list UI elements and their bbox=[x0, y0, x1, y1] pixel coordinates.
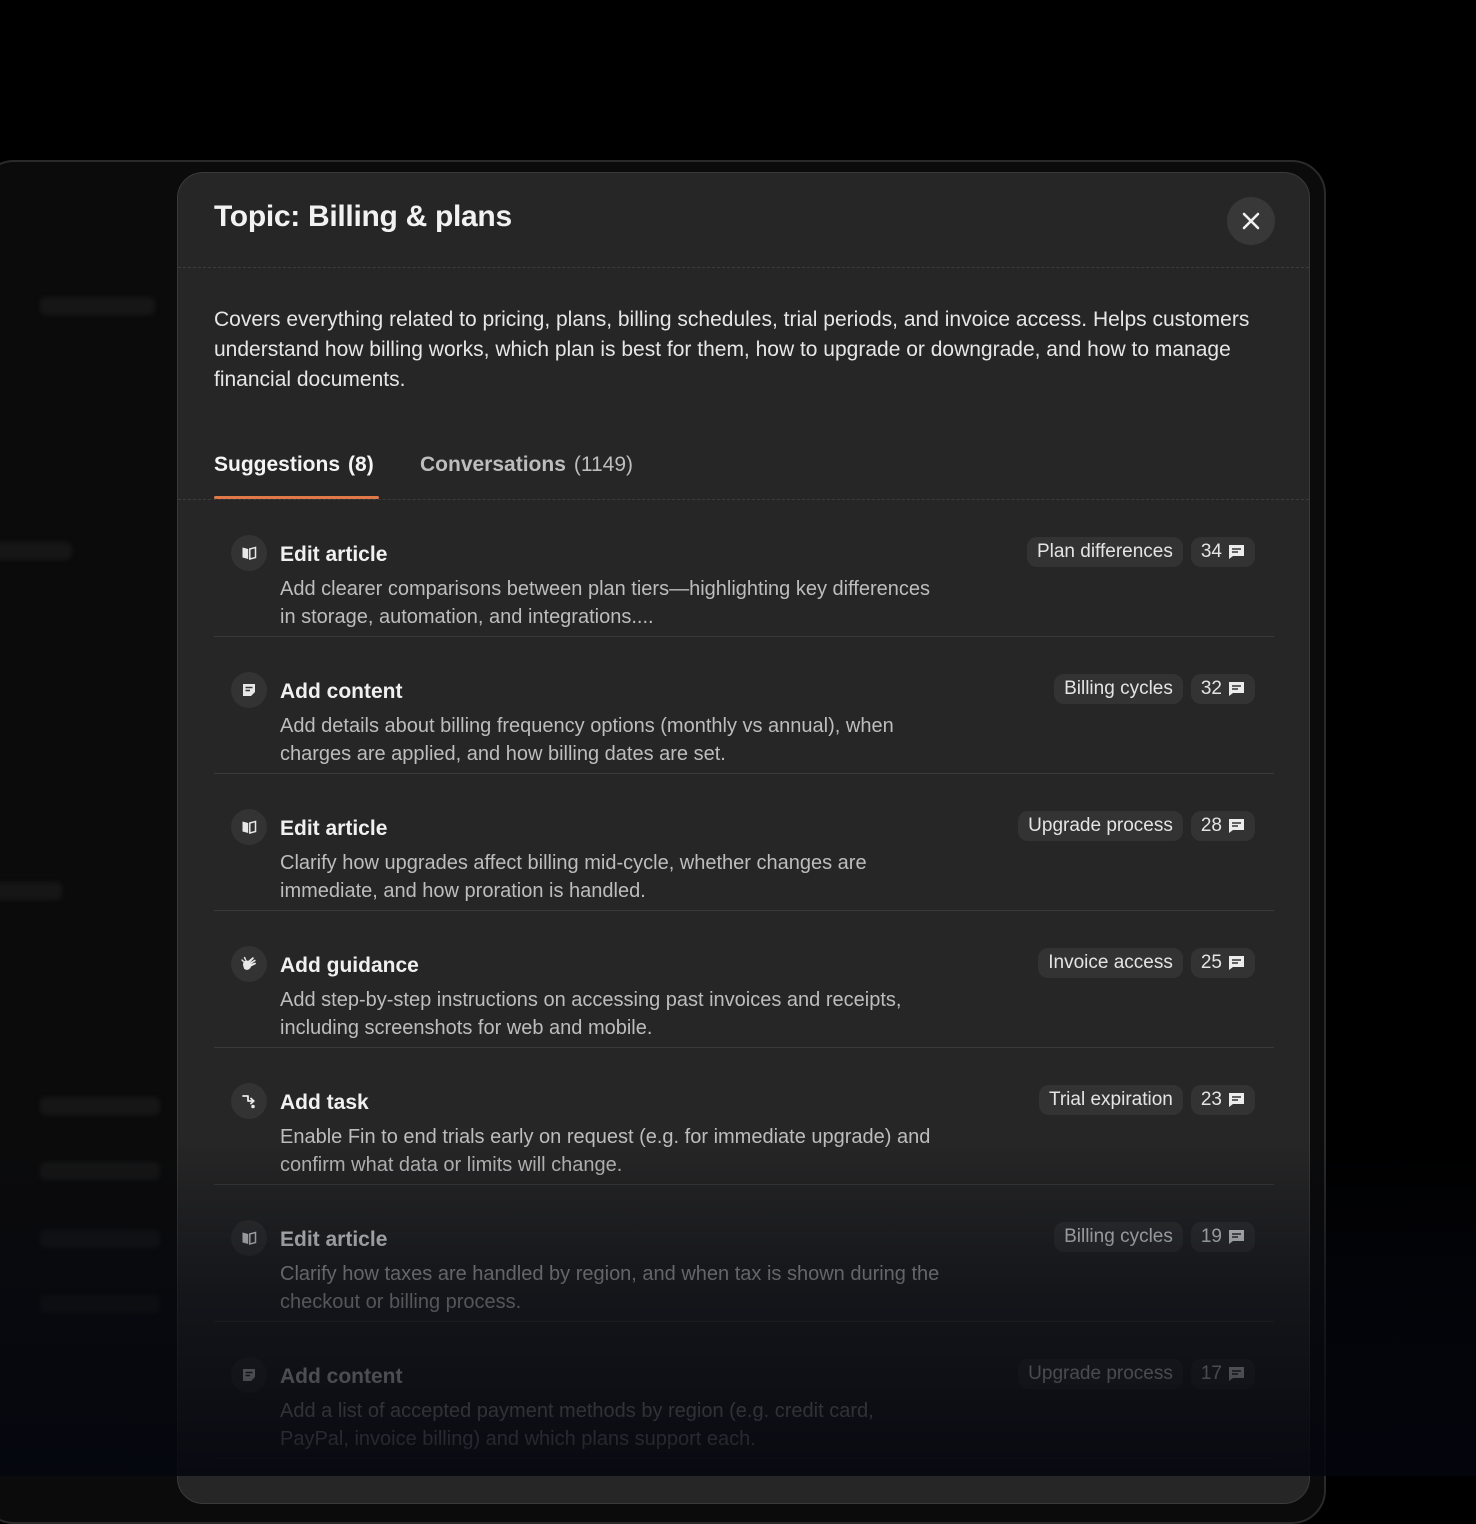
message-icon bbox=[1228, 955, 1245, 971]
suggestion-description: Clarify how upgrades affect billing mid-… bbox=[280, 852, 867, 902]
note-icon bbox=[231, 1357, 267, 1393]
suggestion-tags: Invoice access 25 bbox=[1038, 948, 1255, 978]
conversation-count: 28 bbox=[1200, 815, 1222, 836]
dialog-header: Topic: Billing & plans bbox=[178, 173, 1309, 268]
message-icon bbox=[1228, 681, 1245, 697]
conversation-count: 34 bbox=[1200, 541, 1222, 562]
conversation-count-badge: 25 bbox=[1190, 948, 1255, 978]
suggestion-title: Add content bbox=[280, 1365, 403, 1388]
suggestion-row[interactable]: Edit article Clarify how upgrades affect… bbox=[214, 774, 1274, 911]
topic-description: Covers everything related to pricing, pl… bbox=[214, 308, 1250, 391]
conversation-count: 32 bbox=[1200, 678, 1222, 699]
suggestion-description: Clarify how taxes are handled by region,… bbox=[280, 1263, 940, 1313]
topic-tag: Upgrade process bbox=[1018, 811, 1183, 841]
message-icon bbox=[1228, 818, 1245, 834]
tab-conversations[interactable]: Conversations (1149) bbox=[420, 453, 633, 498]
topic-tag: Plan differences bbox=[1026, 537, 1183, 567]
topic-dialog: Topic: Billing & plans Covers everything… bbox=[177, 172, 1310, 1504]
suggestion-tags: Plan differences 34 bbox=[1026, 537, 1255, 567]
conversation-count: 23 bbox=[1200, 1089, 1222, 1110]
suggestion-row[interactable]: Add task Enable Fin to end trials early … bbox=[214, 1048, 1274, 1185]
suggestion-description: Add a list of accepted payment methods b… bbox=[280, 1400, 874, 1450]
suggestion-title: Edit article bbox=[280, 817, 388, 840]
suggestion-tags: Upgrade process 17 bbox=[1018, 1359, 1255, 1389]
task-icon bbox=[231, 1083, 267, 1119]
dialog-title: Topic: Billing & plans bbox=[214, 200, 512, 233]
suggestion-row[interactable]: Edit article Clarify how taxes are handl… bbox=[214, 1185, 1274, 1322]
note-icon bbox=[231, 672, 267, 708]
suggestion-description: Add details about billing frequency opti… bbox=[280, 715, 894, 765]
book-icon bbox=[231, 535, 267, 571]
topic-tag: Trial expiration bbox=[1038, 1085, 1183, 1115]
background-placeholder bbox=[0, 542, 72, 560]
suggestion-title: Edit article bbox=[280, 543, 388, 566]
hand-icon bbox=[231, 946, 267, 982]
suggestion-tags: Billing cycles 19 bbox=[1054, 1222, 1255, 1252]
suggestion-description: Add step-by-step instructions on accessi… bbox=[280, 989, 902, 1039]
background-placeholder bbox=[40, 1162, 160, 1180]
suggestion-tags: Upgrade process 28 bbox=[1018, 811, 1255, 841]
conversation-count: 17 bbox=[1200, 1363, 1222, 1384]
message-icon bbox=[1228, 544, 1245, 560]
background-placeholder bbox=[40, 1230, 160, 1248]
book-icon bbox=[231, 809, 267, 845]
conversation-count-badge: 19 bbox=[1190, 1222, 1255, 1252]
message-icon bbox=[1228, 1229, 1245, 1245]
background-placeholder bbox=[40, 1295, 160, 1313]
background-placeholder bbox=[0, 882, 62, 900]
topic-tag: Billing cycles bbox=[1054, 1222, 1183, 1252]
suggestion-row[interactable]: Add content Add details about billing fr… bbox=[214, 637, 1274, 774]
tab-label: Conversations bbox=[420, 453, 566, 476]
tab-count: (8) bbox=[348, 453, 374, 476]
suggestion-tags: Trial expiration 23 bbox=[1038, 1085, 1255, 1115]
tab-count: (1149) bbox=[573, 453, 634, 476]
conversation-count-badge: 32 bbox=[1190, 674, 1255, 704]
tab-bar: Suggestions (8) Conversations (1149) bbox=[178, 435, 1309, 500]
background-placeholder bbox=[40, 1097, 160, 1115]
suggestion-list: Edit article Add clearer comparisons bet… bbox=[214, 500, 1274, 1459]
message-icon bbox=[1228, 1092, 1245, 1108]
message-icon bbox=[1228, 1366, 1245, 1382]
conversation-count-badge: 23 bbox=[1190, 1085, 1255, 1115]
book-icon bbox=[231, 1220, 267, 1256]
tab-suggestions[interactable]: Suggestions (8) bbox=[214, 453, 379, 499]
topic-tag: Upgrade process bbox=[1018, 1359, 1183, 1389]
close-button[interactable] bbox=[1227, 197, 1275, 245]
suggestion-row[interactable]: Add guidance Add step-by-step instructio… bbox=[214, 911, 1274, 1048]
close-icon bbox=[1241, 211, 1261, 231]
suggestion-tags: Billing cycles 32 bbox=[1054, 674, 1255, 704]
conversation-count-badge: 28 bbox=[1190, 811, 1255, 841]
conversation-count: 19 bbox=[1200, 1226, 1222, 1247]
suggestion-description: Enable Fin to end trials early on reques… bbox=[280, 1126, 931, 1176]
conversation-count-badge: 17 bbox=[1190, 1359, 1255, 1389]
suggestion-description: Add clearer comparisons between plan tie… bbox=[280, 578, 930, 628]
suggestion-row[interactable]: Edit article Add clearer comparisons bet… bbox=[214, 500, 1274, 637]
suggestion-row[interactable]: Add content Add a list of accepted payme… bbox=[214, 1322, 1274, 1459]
suggestion-title: Edit article bbox=[280, 1228, 388, 1251]
topic-tag: Invoice access bbox=[1038, 948, 1183, 978]
suggestion-title: Add content bbox=[280, 680, 403, 703]
suggestion-title: Add task bbox=[280, 1091, 369, 1114]
suggestion-title: Add guidance bbox=[280, 954, 419, 977]
conversation-count-badge: 34 bbox=[1190, 537, 1255, 567]
conversation-count: 25 bbox=[1200, 952, 1222, 973]
background-placeholder bbox=[40, 297, 155, 315]
topic-tag: Billing cycles bbox=[1054, 674, 1183, 704]
tab-label: Suggestions bbox=[214, 453, 341, 476]
